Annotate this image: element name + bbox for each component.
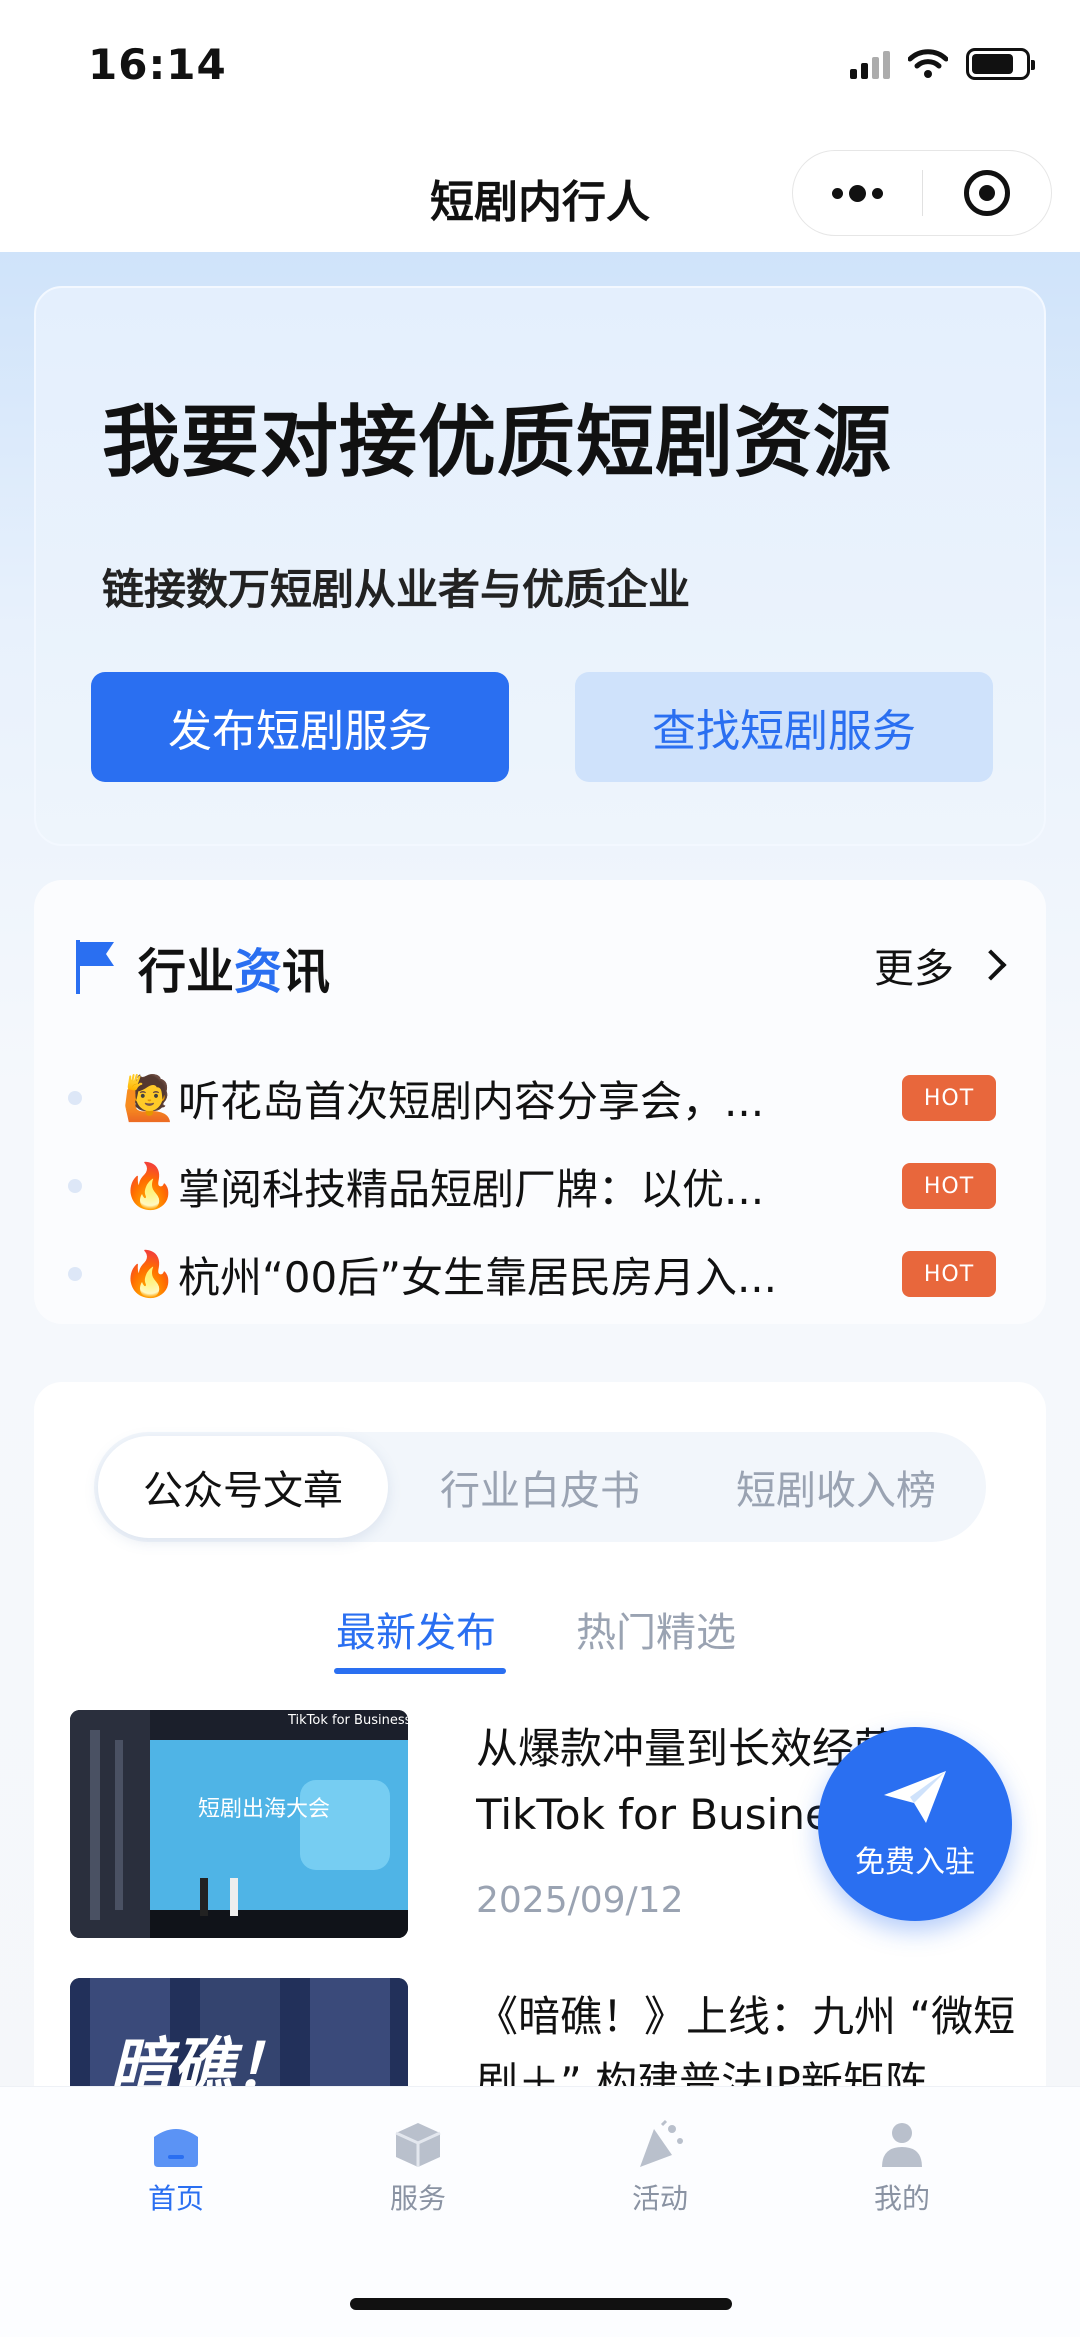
news-item-text: 掌阅科技精品短剧厂牌：以优... — [178, 1164, 765, 1214]
tab-activity[interactable]: 活动 — [590, 2119, 730, 2217]
hero-subtitle: 链接数万短剧从业者与优质企业 — [102, 565, 691, 614]
fire-emoji-icon: 🔥 — [122, 1249, 177, 1300]
status-bar: 16:14 — [0, 0, 1080, 140]
news-item[interactable]: 🔥 掌阅科技精品短剧厂牌：以优... HOT — [68, 1156, 1018, 1216]
tab-home[interactable]: 首页 — [106, 2119, 246, 2217]
news-title: 行业资讯 — [138, 944, 331, 1000]
bullet-dot — [68, 1091, 82, 1105]
news-item-text: 听花岛首次短剧内容分享会，... — [178, 1076, 765, 1126]
hot-badge: HOT — [902, 1251, 996, 1297]
flag-icon — [76, 940, 114, 994]
publish-service-button[interactable]: 发布短剧服务 — [91, 672, 509, 782]
bullet-dot — [68, 1267, 82, 1281]
paper-plane-icon — [884, 1771, 946, 1823]
find-service-button[interactable]: 查找短剧服务 — [575, 672, 993, 782]
news-item[interactable]: 🙋 听花岛首次短剧内容分享会，... HOT — [68, 1068, 1018, 1128]
subtab-popular[interactable]: 热门精选 — [576, 1600, 736, 1658]
svg-text:TikTok for Business: TikTok for Business — [287, 1713, 408, 1728]
more-dots-icon — [831, 184, 883, 202]
tab-label: 我的 — [873, 2182, 930, 2215]
hot-badge: HOT — [902, 1075, 996, 1121]
status-time: 16:14 — [88, 40, 227, 89]
svg-text:短剧出海大会: 短剧出海大会 — [198, 1797, 330, 1822]
stage-image: TikTok for Business 短剧出海大会 — [70, 1710, 408, 1938]
free-join-button[interactable]: 免费入驻 — [818, 1727, 1012, 1921]
close-program-button[interactable] — [923, 151, 1052, 235]
tab-label: 活动 — [631, 2182, 688, 2215]
hero-title: 我要对接优质短剧资源 — [102, 398, 893, 488]
free-join-label: 免费入驻 — [855, 1845, 975, 1880]
user-icon — [882, 2123, 922, 2167]
news-header: 行业资讯 — [74, 932, 330, 1002]
party-icon — [640, 2119, 683, 2167]
segment-revenue-ranking[interactable]: 短剧收入榜 — [690, 1432, 982, 1542]
chevron-right-icon — [975, 949, 1007, 981]
tab-service[interactable]: 服务 — [348, 2119, 488, 2217]
segment-official-articles[interactable]: 公众号文章 — [98, 1436, 388, 1538]
more-menu-button[interactable] — [793, 151, 922, 235]
segment-whitepaper[interactable]: 行业白皮书 — [394, 1432, 686, 1542]
more-news-link[interactable]: 更多 — [874, 936, 1007, 994]
raising-hand-emoji-icon: 🙋 — [122, 1073, 177, 1124]
more-label: 更多 — [874, 946, 954, 992]
tab-label: 首页 — [147, 2182, 204, 2215]
mini-program-capsule — [792, 150, 1052, 236]
bullet-dot — [68, 1179, 82, 1193]
home-indicator — [350, 2298, 732, 2310]
article-thumbnail: TikTok for Business 短剧出海大会 — [70, 1710, 408, 1938]
segmented-control: 公众号文章 行业白皮书 短剧收入榜 — [94, 1432, 986, 1542]
nav-bar: 短剧内行人 — [0, 140, 1080, 252]
news-item-text: 杭州“00后”女生靠居民房月入... — [178, 1252, 778, 1302]
industry-news-card: 行业资讯 更多 🙋 听花岛首次短剧内容分享会，... HOT 🔥 掌阅科技精品短… — [34, 880, 1046, 1324]
article-date: 2025/09/12 — [476, 1880, 684, 1921]
hot-badge: HOT — [902, 1163, 996, 1209]
wifi-icon — [908, 49, 948, 78]
news-item[interactable]: 🔥 杭州“00后”女生靠居民房月入... HOT — [68, 1244, 1018, 1304]
status-icons — [850, 48, 1035, 80]
hero-card: 我要对接优质短剧资源 链接数万短剧从业者与优质企业 发布短剧服务 查找短剧服务 — [34, 286, 1046, 846]
subtab-latest[interactable]: 最新发布 — [336, 1600, 496, 1658]
fire-emoji-icon: 🔥 — [122, 1161, 177, 1212]
tab-mine[interactable]: 我的 — [832, 2119, 972, 2217]
home-icon — [154, 2129, 198, 2167]
tab-label: 服务 — [389, 2182, 446, 2215]
signal-icon — [850, 49, 890, 79]
box-icon — [395, 2123, 441, 2167]
battery-icon — [966, 48, 1035, 80]
active-subtab-indicator — [334, 1668, 506, 1674]
target-icon — [963, 170, 1010, 216]
